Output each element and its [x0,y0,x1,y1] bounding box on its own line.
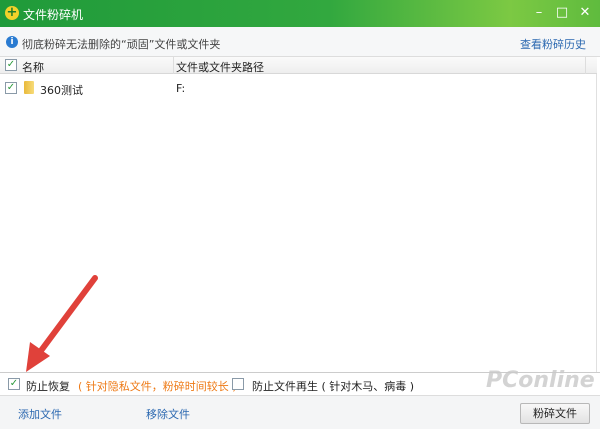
column-divider [173,57,174,74]
info-icon: i [6,36,18,48]
prevent-regen-label: 防止文件再生 ( 针对木马、病毒 ) [252,380,415,393]
window-title: 文件粉碎机 [23,8,84,22]
row-checkbox[interactable]: ✓ [5,82,17,94]
maximize-button[interactable]: □ [553,4,571,22]
file-list [0,74,597,372]
table-row[interactable]: ✓ 360测试 F: [0,79,597,97]
select-all-checkbox[interactable]: ✓ [5,59,17,71]
add-file-link[interactable]: 添加文件 [18,406,62,422]
info-text: 彻底粉碎无法删除的“顽固”文件或文件夹 [22,38,221,51]
close-button[interactable]: ✕ [576,4,594,22]
table-header: ✓ 名称 文件或文件夹路径 [0,57,597,74]
shred-button[interactable]: 粉碎文件 [520,403,590,424]
prevent-recovery-label: 防止恢复 [26,380,70,393]
title-bar: + 文件粉碎机 – □ ✕ [0,0,600,27]
app-logo-icon: + [5,5,19,20]
prevent-recovery-checkbox[interactable]: ✓ [8,378,20,390]
prevent-recovery-note: ( 针对隐私文件，粉碎时间较长 ) [78,380,237,393]
column-divider [585,57,586,74]
column-path[interactable]: 文件或文件夹路径 [176,59,264,75]
info-bar: i 彻底粉碎无法删除的“顽固”文件或文件夹 查看粉碎历史 [0,27,600,57]
file-path: F: [176,82,186,95]
action-bar: 添加文件 移除文件 粉碎文件 [0,396,600,429]
view-history-link[interactable]: 查看粉碎历史 [520,36,586,52]
minimize-button[interactable]: – [530,4,548,22]
column-name[interactable]: 名称 [22,59,44,75]
prevent-regen-checkbox[interactable] [232,378,244,390]
file-name: 360测试 [40,84,83,97]
watermark: PConline [486,368,595,393]
folder-icon [24,81,34,94]
remove-file-link[interactable]: 移除文件 [146,406,190,422]
